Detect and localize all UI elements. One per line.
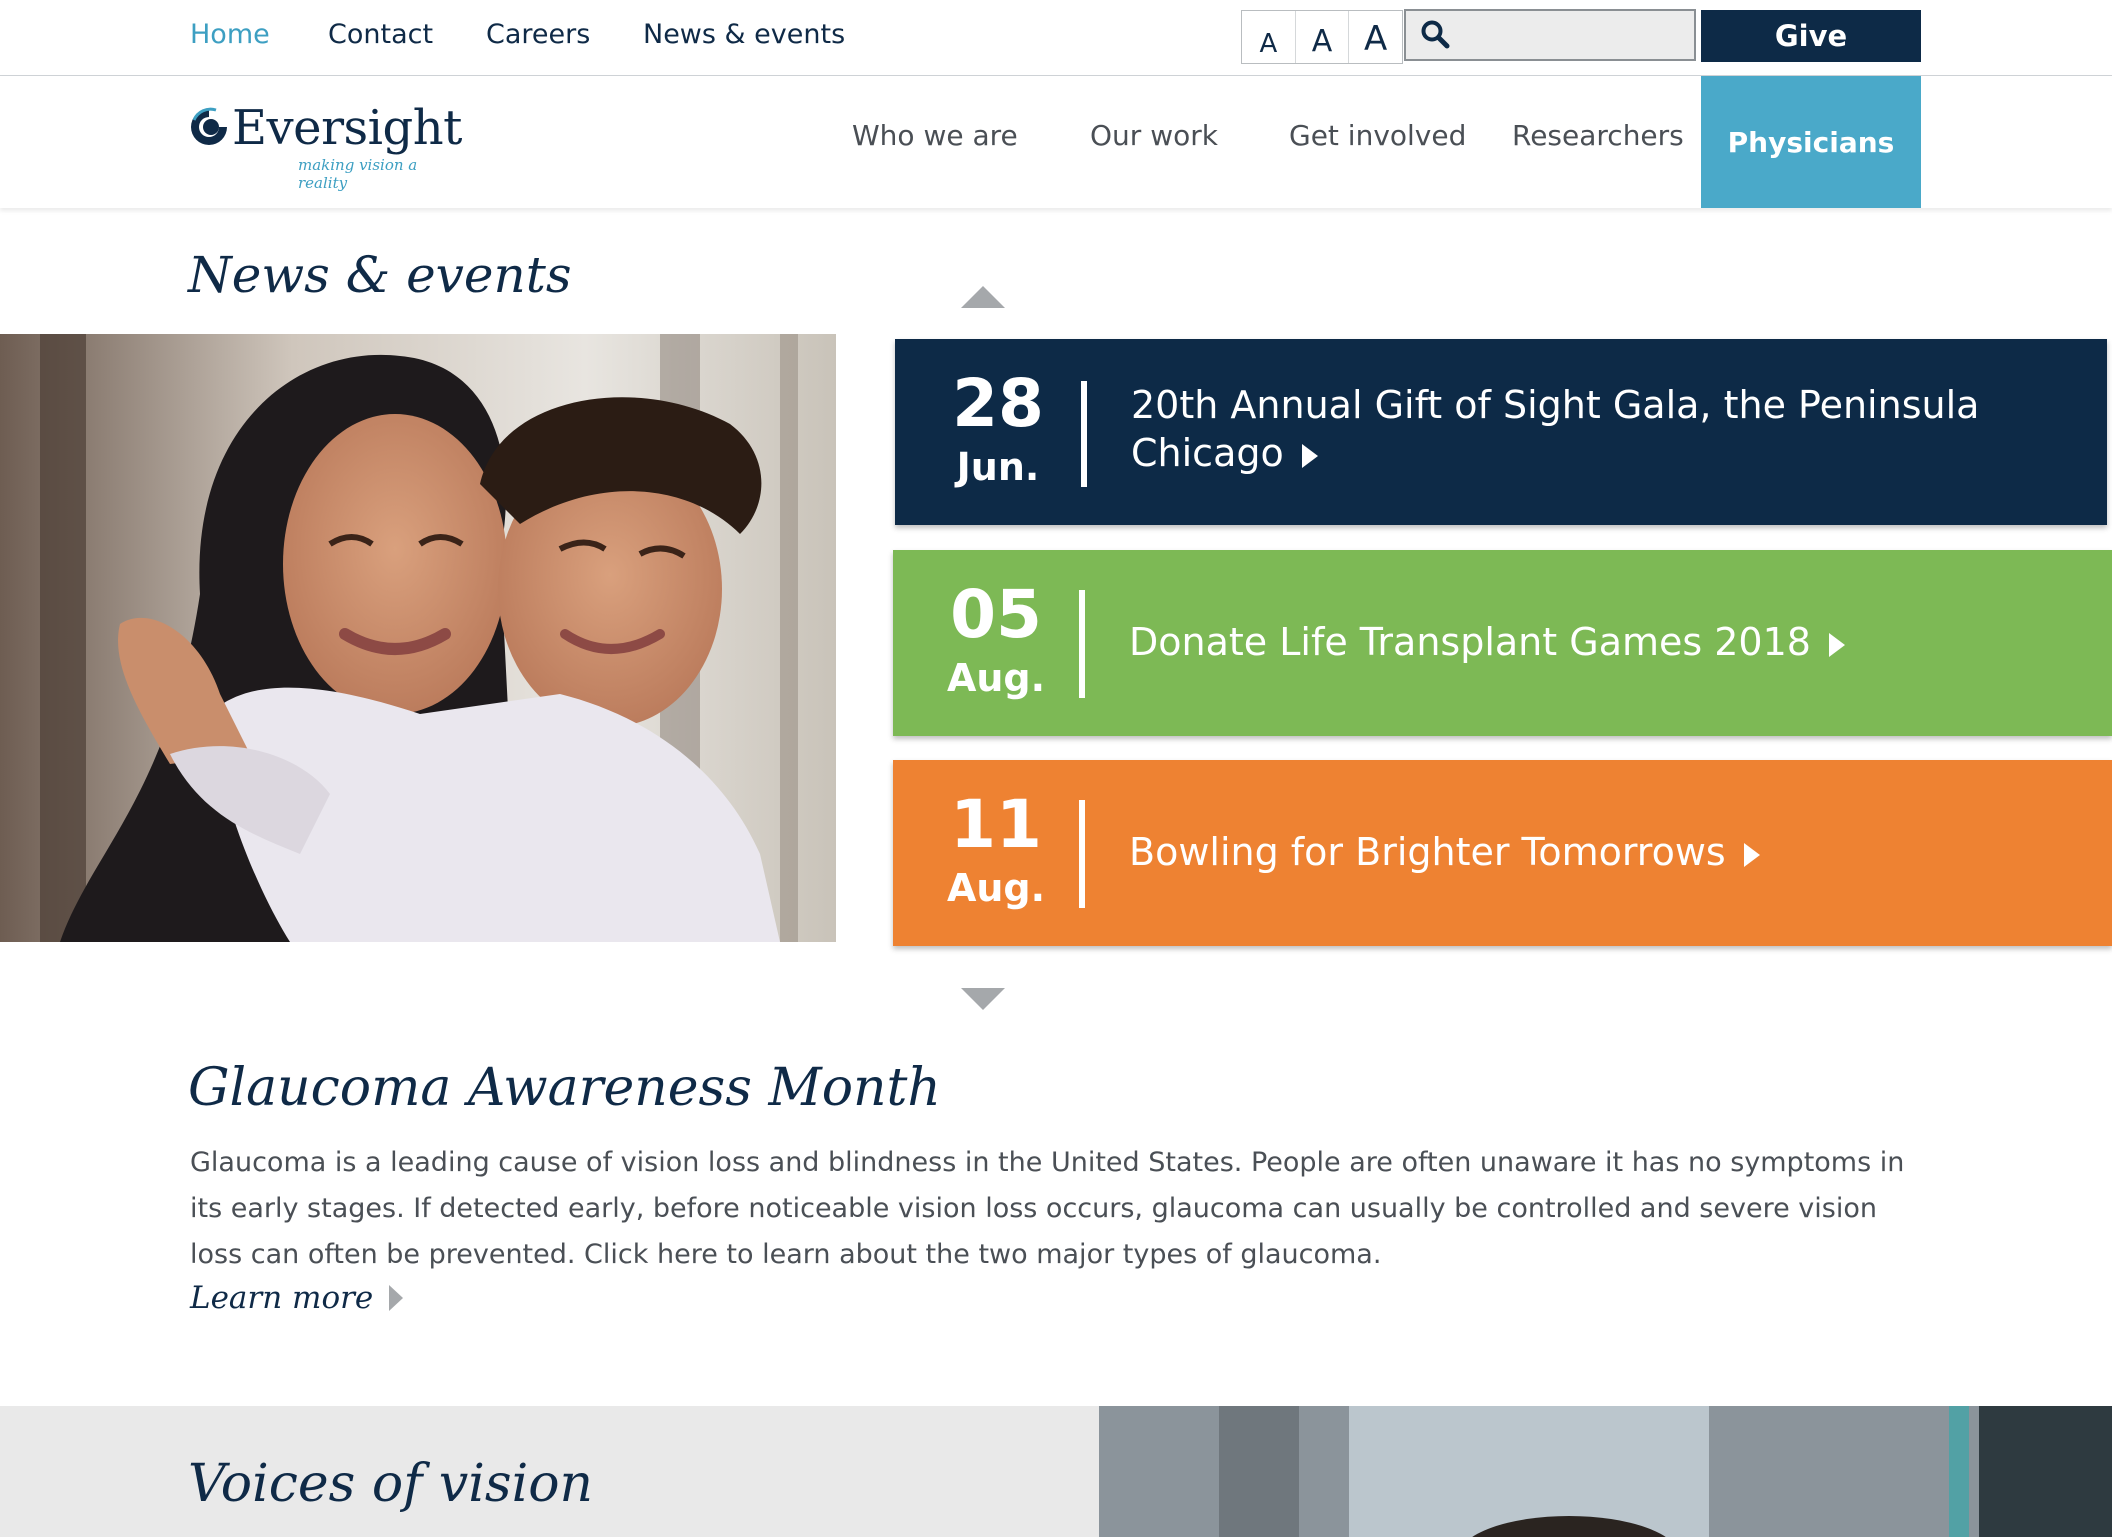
- learn-more-label: Learn more: [190, 1280, 374, 1316]
- search-input[interactable]: [1462, 17, 1688, 55]
- event-title: Bowling for Brighter Tomorrows: [1129, 828, 2072, 876]
- learn-more-link[interactable]: Learn more: [190, 1280, 405, 1316]
- font-size-medium-button[interactable]: A: [1296, 11, 1350, 63]
- event-title: Donate Life Transplant Games 2018: [1129, 618, 2072, 666]
- play-arrow-icon: [1301, 443, 1318, 468]
- event-month: Jun.: [956, 445, 1040, 489]
- news-events-title: News & events: [188, 246, 572, 304]
- logo-eye-icon: [191, 107, 227, 145]
- event-title-text: Donate Life Transplant Games 2018: [1129, 620, 1811, 664]
- event-title-text: 20th Annual Gift of Sight Gala, the Peni…: [1131, 383, 1980, 475]
- event-title-text: Bowling for Brighter Tomorrows: [1129, 830, 1726, 874]
- event-day: 05: [950, 576, 1042, 653]
- main-header: Eversight making vision a reality Who we…: [0, 76, 2112, 208]
- mother-child-photo: [0, 334, 836, 942]
- event-divider: [1079, 800, 1085, 908]
- voices-photo: [1099, 1406, 2112, 1537]
- event-month: Aug.: [946, 656, 1046, 700]
- play-arrow-icon: [1743, 842, 1760, 867]
- play-arrow-icon: [1828, 632, 1845, 657]
- utility-bar: Home Contact Careers News & events A A A…: [0, 0, 2112, 76]
- main-nav-who-we-are[interactable]: Who we are: [852, 118, 1018, 154]
- main-nav-our-work[interactable]: Our work: [1090, 118, 1218, 154]
- font-size-small-button[interactable]: A: [1242, 11, 1296, 63]
- scroll-down-arrow-icon[interactable]: [959, 986, 1007, 1012]
- event-divider: [1079, 590, 1085, 698]
- nav-link-news-events[interactable]: News & events: [643, 18, 845, 52]
- glaucoma-title: Glaucoma Awareness Month: [188, 1058, 941, 1118]
- event-month: Aug.: [946, 866, 1046, 910]
- nav-link-contact[interactable]: Contact: [328, 18, 433, 52]
- event-card-bowling[interactable]: 11 Aug. Bowling for Brighter Tomorrows: [893, 760, 2112, 946]
- brand-tagline: making vision a reality: [298, 156, 418, 192]
- search-icon[interactable]: [1420, 19, 1450, 49]
- font-size-large-button[interactable]: A: [1349, 11, 1402, 63]
- event-title: 20th Annual Gift of Sight Gala, the Peni…: [1131, 381, 2067, 477]
- voices-title: Voices of vision: [188, 1454, 594, 1514]
- main-nav-researchers[interactable]: Researchers: [1512, 118, 1684, 154]
- main-nav-physicians[interactable]: Physicians: [1701, 76, 1921, 208]
- logo[interactable]: Eversight making vision a reality: [188, 100, 462, 192]
- event-day: 28: [952, 365, 1044, 442]
- glaucoma-body-text: Glaucoma is a leading cause of vision lo…: [190, 1147, 1905, 1270]
- give-button[interactable]: Give: [1701, 10, 1921, 62]
- search-box: [1404, 9, 1696, 61]
- event-divider: [1081, 381, 1087, 487]
- main-nav-get-involved[interactable]: Get involved: [1289, 118, 1466, 154]
- brand-name: Eversight: [232, 100, 462, 156]
- event-card-gala[interactable]: 28 Jun. 20th Annual Gift of Sight Gala, …: [895, 339, 2107, 525]
- nav-link-careers[interactable]: Careers: [486, 18, 590, 52]
- nav-link-home[interactable]: Home: [190, 18, 270, 52]
- chevron-right-icon: [389, 1285, 404, 1311]
- font-size-controls: A A A: [1241, 10, 1403, 64]
- event-card-transplant-games[interactable]: 05 Aug. Donate Life Transplant Games 201…: [893, 550, 2112, 736]
- scroll-up-arrow-icon[interactable]: [959, 284, 1007, 310]
- event-day: 11: [950, 786, 1042, 863]
